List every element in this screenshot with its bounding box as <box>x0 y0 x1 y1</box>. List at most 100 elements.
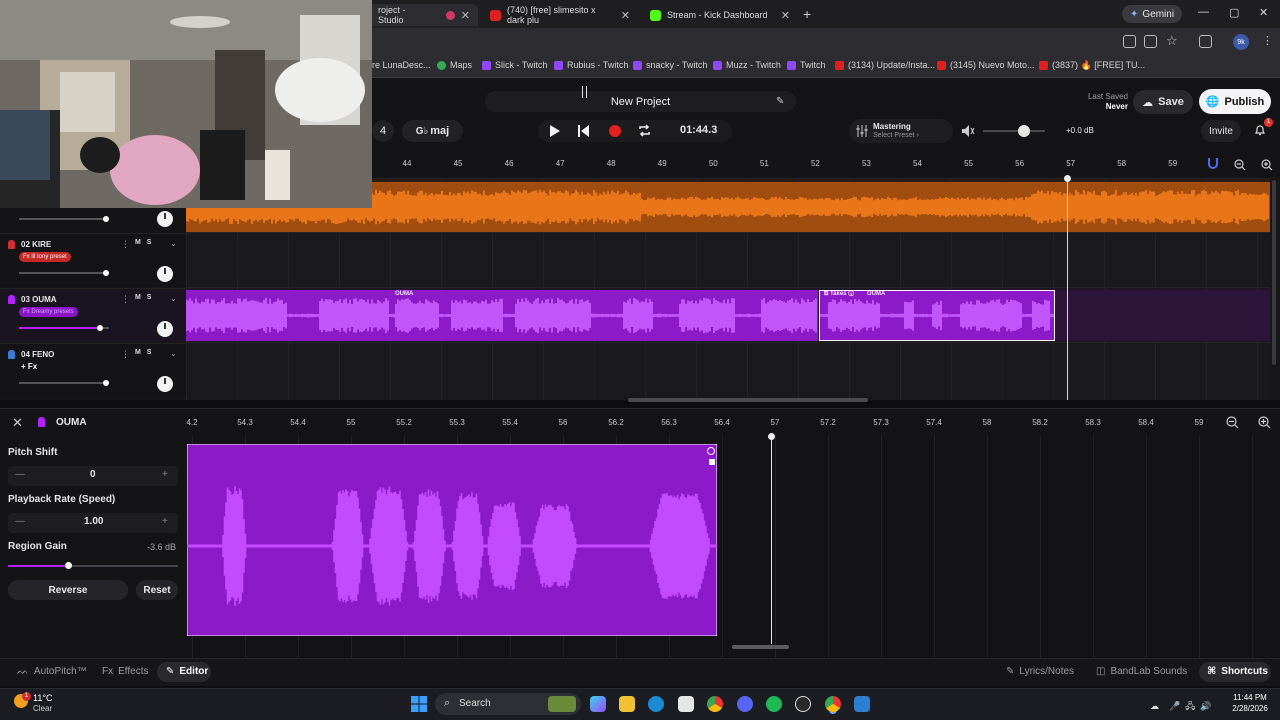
playhead-handle[interactable] <box>1064 175 1071 182</box>
track-mute-solo[interactable]: M S <box>135 349 151 356</box>
discord-icon[interactable] <box>737 696 753 712</box>
track-mute-solo[interactable]: M S <box>135 239 151 246</box>
close-icon[interactable]: ✕ <box>781 9 790 22</box>
minus-icon[interactable]: — <box>15 516 25 527</box>
app-icon[interactable] <box>854 696 870 712</box>
new-tab-button[interactable]: + <box>803 6 811 22</box>
track-name[interactable]: 04 FENO <box>21 350 54 359</box>
track-menu-icon[interactable]: ⋮ <box>121 349 130 360</box>
project-name-field[interactable]: New Project <box>485 91 796 112</box>
obs-icon[interactable] <box>795 696 811 712</box>
bookmark-item[interactable]: (3837) 🔥 [FREE] TU... <box>1039 60 1145 71</box>
chrome-icon[interactable] <box>707 696 723 712</box>
region-gain-knob[interactable] <box>64 562 72 569</box>
zoom-out-icon[interactable] <box>1226 416 1239 429</box>
reverse-button[interactable]: Reverse <box>8 580 128 600</box>
editor-tab[interactable]: ✎ Editor <box>166 666 208 677</box>
region-gain-slider[interactable] <box>8 562 178 569</box>
star-icon[interactable]: ☆ <box>1166 33 1178 49</box>
play-icon[interactable] <box>549 125 561 137</box>
reset-button[interactable]: Reset <box>136 580 178 600</box>
shortcuts-button[interactable]: ⌘ Shortcuts <box>1207 666 1268 677</box>
minimize-icon[interactable]: — <box>1198 6 1209 18</box>
bell-icon[interactable] <box>1254 124 1266 136</box>
track-pan-knob[interactable] <box>157 376 173 392</box>
zoom-in-icon[interactable] <box>1261 159 1273 171</box>
editor-scrollbar[interactable] <box>732 645 789 649</box>
track-volume-slider[interactable] <box>19 216 109 222</box>
menu-kebab-icon[interactable]: ⋮ <box>1262 34 1273 47</box>
window-close-icon[interactable]: ✕ <box>1259 6 1268 19</box>
skip-back-icon[interactable] <box>578 125 590 137</box>
cast-icon[interactable] <box>1144 35 1157 48</box>
track-fx-badge[interactable]: Fx Dreamy presets <box>19 307 78 317</box>
playback-rate-stepper[interactable]: — 1.00 + <box>8 513 178 533</box>
record-icon[interactable] <box>609 125 621 137</box>
close-editor-icon[interactable]: ✕ <box>12 415 23 431</box>
invite-button[interactable]: Invite <box>1201 120 1241 142</box>
profile-avatar[interactable]: 9k <box>1233 34 1249 50</box>
speaker-icon[interactable] <box>962 125 975 137</box>
track-pan-knob[interactable] <box>157 321 173 337</box>
store-icon[interactable] <box>678 696 694 712</box>
minus-icon[interactable]: — <box>15 469 25 480</box>
system-tray[interactable]: ☁ 🎤 🖧 🔊 <box>1150 699 1211 715</box>
close-icon[interactable]: ✕ <box>461 9 470 22</box>
effects-tab[interactable]: Fx Effects <box>102 666 149 677</box>
bandlab-sounds-button[interactable]: ◫ BandLab Sounds <box>1096 666 1187 677</box>
bookmark-item[interactable]: snacky - Twitch <box>633 60 707 70</box>
bookmark-item[interactable]: Slick - Twitch <box>482 60 547 70</box>
playhead-line[interactable] <box>1067 178 1068 400</box>
taskbar-search[interactable]: ⌕ Search <box>435 693 581 715</box>
tab-youtube[interactable]: (740) [free] slimesito x dark plu ✕ <box>482 4 638 26</box>
track-volume-slider[interactable] <box>19 380 109 386</box>
chevron-down-icon[interactable]: ⌄ <box>170 349 177 358</box>
file-explorer-icon[interactable] <box>619 696 635 712</box>
maximize-icon[interactable]: ▢ <box>1229 6 1239 19</box>
track-menu-icon[interactable]: ⋮ <box>121 239 130 250</box>
zoom-in-icon[interactable] <box>1258 416 1271 429</box>
spotify-icon[interactable] <box>766 696 782 712</box>
add-fx-button[interactable]: + Fx <box>19 362 39 372</box>
save-button[interactable]: ☁ Save <box>1133 90 1193 114</box>
master-volume-knob[interactable] <box>1018 125 1030 137</box>
bookmark-item[interactable]: re LunaDesc... <box>372 60 431 70</box>
zoom-out-icon[interactable] <box>1234 159 1246 171</box>
track-name[interactable]: 03 OUMA <box>21 295 57 304</box>
autopitch-tab[interactable]: ᨓ AutoPitch™ <box>17 666 87 677</box>
tracks-vertical-scrollbar[interactable] <box>1272 180 1276 365</box>
close-icon[interactable]: ✕ <box>621 9 630 22</box>
tab-kick[interactable]: Stream - Kick Dashboard ✕ <box>642 4 798 26</box>
bookmark-item[interactable]: Rubius - Twitch <box>554 60 628 70</box>
region-resize-handle[interactable] <box>709 459 715 465</box>
taskbar-clock[interactable]: 11:44 PM 2/28/2026 <box>1228 692 1272 714</box>
mastering-button[interactable]: Mastering Select Preset › <box>849 119 953 143</box>
timeline-scrollbar[interactable] <box>628 398 868 402</box>
sidebar-icon[interactable] <box>1199 35 1212 48</box>
takes-clip-waveform[interactable] <box>819 290 1055 341</box>
region-loop-handle-icon[interactable] <box>707 447 715 455</box>
chevron-down-icon[interactable]: ⌄ <box>170 294 177 303</box>
lyrics-notes-button[interactable]: ✎ Lyrics/Notes <box>1006 666 1074 677</box>
track-volume-slider[interactable] <box>19 270 109 276</box>
bookmark-item[interactable]: Maps <box>437 60 472 70</box>
gemini-button[interactable]: ✦ Gemini <box>1122 5 1183 23</box>
edit-pencil-icon[interactable]: ✎ <box>776 96 784 107</box>
chevron-down-icon[interactable]: ⌄ <box>170 239 177 248</box>
bookmark-item[interactable]: (3134) Update/Insta... <box>835 60 935 70</box>
track-menu-icon[interactable]: ⋮ <box>121 294 130 305</box>
extensions-icon[interactable] <box>1123 35 1136 48</box>
plus-icon[interactable]: + <box>162 469 168 480</box>
pitch-shift-stepper[interactable]: — 0 + <box>8 466 178 486</box>
track-mute-solo[interactable]: M S <box>135 294 151 301</box>
bookmark-item[interactable]: Muzz - Twitch <box>713 60 781 70</box>
bookmark-item[interactable]: (3145) Nuevo Moto... <box>937 60 1035 70</box>
chrome-active-icon[interactable] <box>825 696 841 712</box>
takes-label[interactable]: ⧉ Takes ⓘ <box>824 291 854 298</box>
track-pan-knob[interactable] <box>157 211 173 227</box>
copilot-icon[interactable] <box>590 696 606 712</box>
key-number[interactable]: 4 <box>372 120 394 142</box>
master-volume-track[interactable] <box>983 130 1045 132</box>
edge-icon[interactable] <box>648 696 664 712</box>
editor-region-waveform[interactable] <box>187 444 717 636</box>
